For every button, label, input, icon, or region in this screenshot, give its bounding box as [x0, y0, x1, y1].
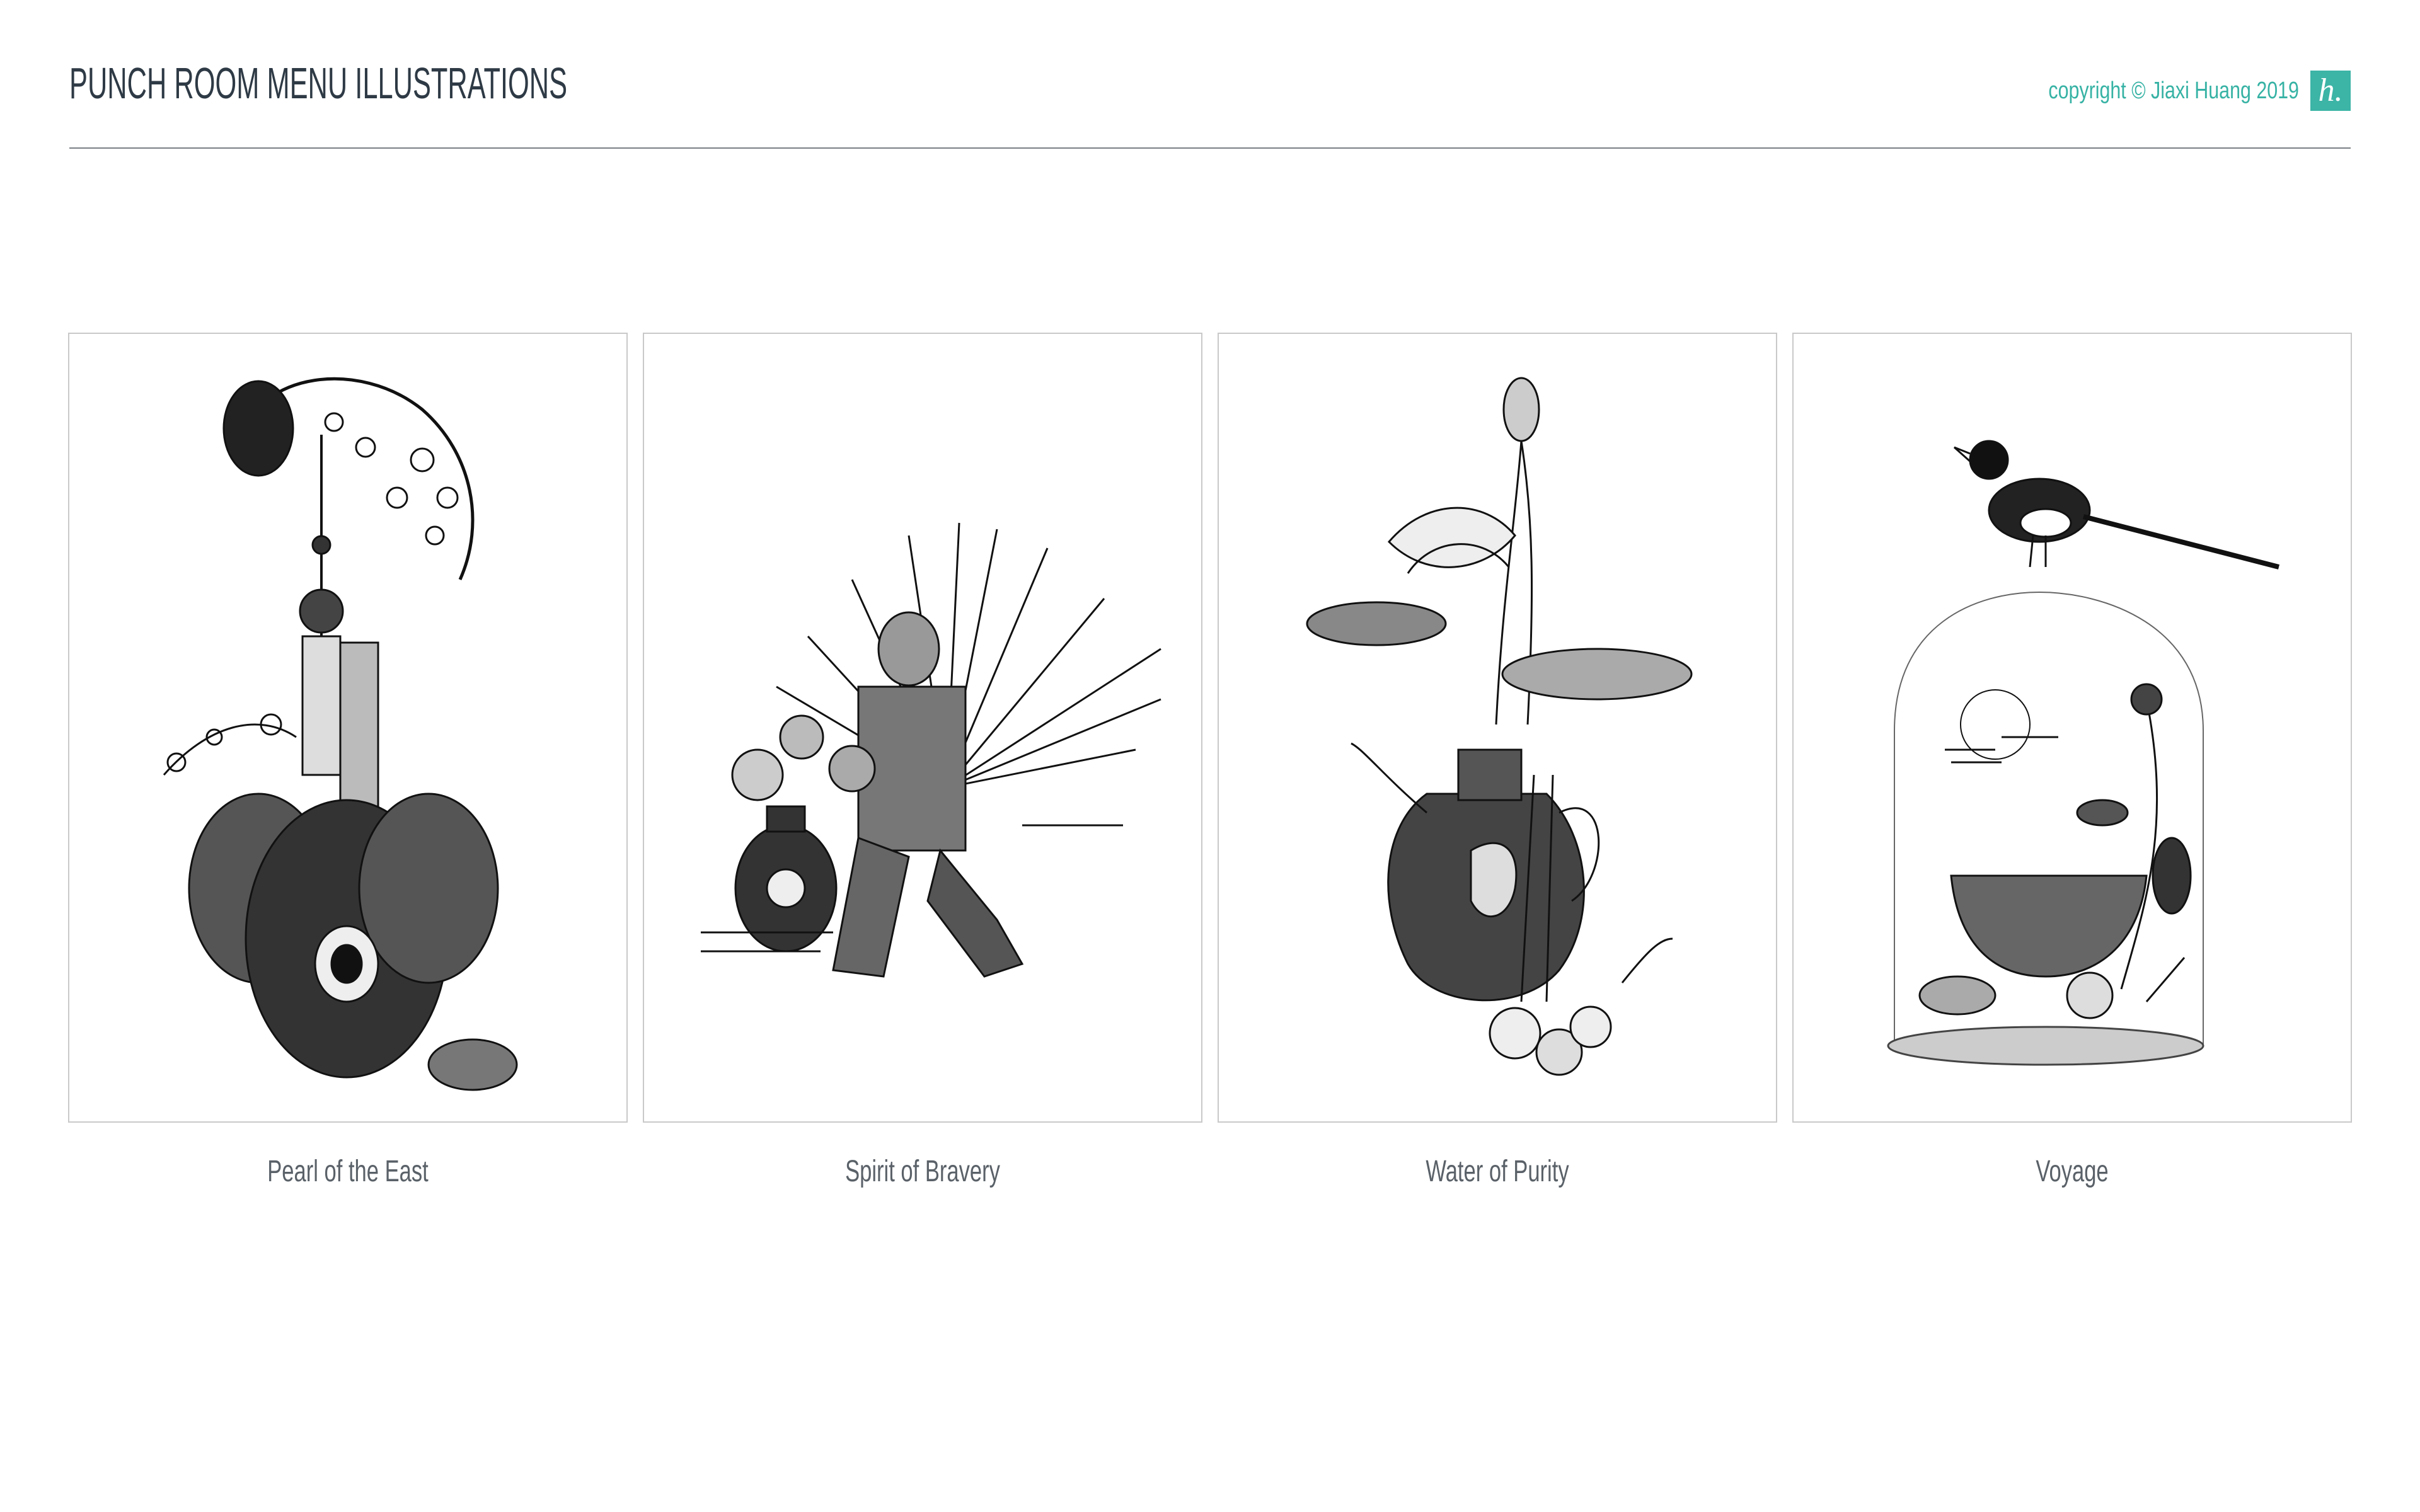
- lotus-ewer-illustration: [1306, 377, 1693, 1076]
- gallery-card[interactable]: Spirit of Bravery: [643, 333, 1202, 1189]
- card-caption: Water of Purity: [1426, 1155, 1569, 1188]
- illustration-frame[interactable]: [1792, 333, 2352, 1123]
- card-caption: Voyage: [2036, 1155, 2109, 1188]
- magpie-bell-jar-illustration: [1887, 440, 2279, 1066]
- terracotta-warrior-agave-illustration: [701, 522, 1161, 978]
- page-title: PUNCH ROOM MENU ILLUSTRATIONS: [69, 59, 568, 108]
- illustration-frame[interactable]: [1218, 333, 1777, 1123]
- logo-icon[interactable]: h.: [2310, 71, 2351, 111]
- copyright-text: copyright © Jiaxi Huang 2019: [2048, 77, 2299, 104]
- logo-letter: h.: [2318, 72, 2343, 108]
- peacock-tower-vase-illustration: [163, 377, 518, 1091]
- illustration-frame[interactable]: [643, 333, 1202, 1123]
- gallery-card[interactable]: Pearl of the East: [68, 333, 628, 1189]
- illustration-frame[interactable]: [68, 333, 628, 1123]
- header-credits: copyright © Jiaxi Huang 2019 h.: [1986, 71, 2351, 111]
- gallery-card[interactable]: Water of Purity: [1218, 333, 1777, 1189]
- header-divider: [69, 147, 2351, 149]
- illustration-gallery: Pearl of the East Spirit of Bravery Wate…: [68, 333, 2352, 1202]
- gallery-card[interactable]: Voyage: [1792, 333, 2352, 1189]
- card-caption: Pearl of the East: [267, 1155, 429, 1188]
- card-caption: Spirit of Bravery: [845, 1155, 1000, 1188]
